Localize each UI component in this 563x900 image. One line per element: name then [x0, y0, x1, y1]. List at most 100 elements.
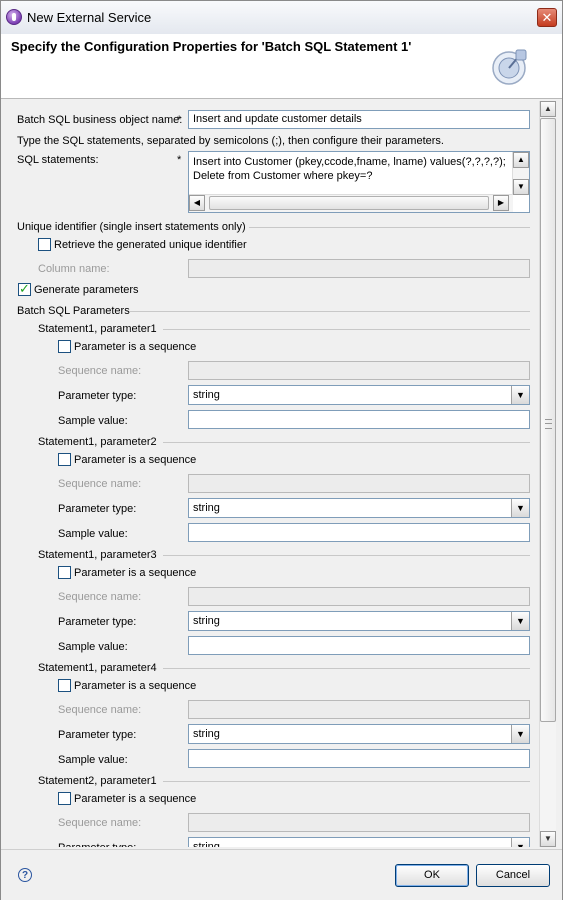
sequence-name-label: Sequence name: [58, 365, 142, 377]
chevron-down-icon[interactable]: ▼ [511, 725, 529, 743]
sequence-name-input[interactable] [188, 361, 530, 380]
page-title: Specify the Configuration Properties for… [11, 39, 412, 54]
scrollbar-thumb[interactable] [540, 118, 556, 722]
sequence-name-label: Sequence name: [58, 704, 142, 716]
parameter-type-select[interactable]: string ▼ [188, 724, 530, 744]
sequence-name-input[interactable] [188, 700, 530, 719]
column-name-label: Column name: [38, 263, 110, 275]
sequence-name-input[interactable] [188, 474, 530, 493]
sequence-checkbox[interactable] [58, 566, 71, 579]
sample-value-label: Sample value: [58, 528, 128, 540]
instructions-text: Type the SQL statements, separated by se… [17, 135, 444, 147]
parameter-type-select[interactable]: string ▼ [188, 837, 530, 847]
parameter-group-title: Statement1, parameter3 [38, 549, 157, 561]
chevron-down-icon[interactable]: ▼ [511, 838, 529, 847]
parameter-type-label: Parameter type: [58, 390, 137, 402]
sequence-name-input[interactable] [188, 587, 530, 606]
parameter-group-title: Statement1, parameter2 [38, 436, 157, 448]
parameter-type-select[interactable]: string ▼ [188, 385, 530, 405]
horizontal-thumb[interactable] [209, 196, 489, 210]
parameter-type-value: string [193, 728, 220, 740]
divider [249, 227, 530, 228]
parameter-type-label: Parameter type: [58, 842, 136, 847]
retrieve-label: Retrieve the generated unique identifier [54, 239, 247, 251]
sequence-checkbox-label: Parameter is a sequence [74, 680, 197, 692]
sequence-checkbox[interactable] [58, 792, 71, 805]
parameter-type-label: Parameter type: [58, 729, 137, 741]
required-marker: * [177, 154, 182, 166]
scroll-up-icon[interactable]: ▲ [540, 101, 556, 117]
scroll-left-icon[interactable]: ◀ [189, 195, 205, 211]
bo-name-label: Batch SQL business object name: [17, 114, 183, 126]
generate-parameters-checkbox[interactable] [18, 281, 31, 297]
sequence-checkbox[interactable] [58, 340, 71, 353]
retrieve-checkbox[interactable] [38, 238, 51, 251]
scroll-right-icon[interactable]: ▶ [493, 195, 509, 211]
sequence-checkbox-label: Parameter is a sequence [74, 793, 197, 805]
divider [163, 668, 530, 669]
required-marker: * [177, 114, 182, 126]
bo-name-input[interactable]: Insert and update customer details [188, 110, 530, 129]
sequence-checkbox-label: Parameter is a sequence [74, 454, 197, 466]
divider [163, 781, 530, 782]
sample-value-input[interactable] [188, 523, 530, 542]
column-name-input[interactable] [188, 259, 530, 278]
grip-icon [545, 419, 552, 429]
sql-statements-textarea[interactable]: Insert into Customer (pkey,ccode,fname, … [188, 151, 530, 213]
title-bar: New External Service ✕ [1, 1, 562, 34]
form-vertical-scrollbar[interactable]: ▲ ▼ [539, 101, 556, 847]
scroll-down-icon[interactable]: ▼ [513, 179, 529, 195]
help-icon[interactable]: ? [18, 868, 32, 882]
sequence-checkbox-label: Parameter is a sequence [74, 567, 197, 579]
dialog-window: New External Service ✕ Specify the Confi… [0, 0, 563, 900]
parameter-type-select[interactable]: string ▼ [188, 611, 530, 631]
sample-value-input[interactable] [188, 749, 530, 768]
generate-parameters-label: Generate parameters [34, 284, 139, 296]
sequence-checkbox-label: Parameter is a sequence [74, 341, 197, 353]
sequence-name-label: Sequence name: [58, 591, 142, 603]
wizard-header: Specify the Configuration Properties for… [1, 34, 562, 99]
close-button[interactable]: ✕ [537, 8, 557, 27]
parameter-group-title: Statement1, parameter4 [38, 662, 157, 674]
scroll-down-icon[interactable]: ▼ [540, 831, 556, 847]
parameter-type-value: string [193, 389, 220, 401]
chevron-down-icon[interactable]: ▼ [511, 499, 529, 517]
divider [163, 555, 530, 556]
window-title: New External Service [27, 10, 152, 25]
ok-button[interactable]: OK [395, 864, 469, 887]
sql-horizontal-scrollbar[interactable]: ◀ ▶ [189, 194, 513, 212]
sample-value-label: Sample value: [58, 641, 128, 653]
parameter-group-title: Statement1, parameter1 [38, 323, 157, 335]
parameter-group-title: Statement2, parameter1 [38, 775, 157, 787]
sequence-checkbox[interactable] [58, 679, 71, 692]
sequence-name-label: Sequence name: [58, 478, 142, 490]
sample-value-label: Sample value: [58, 754, 128, 766]
chevron-down-icon[interactable]: ▼ [511, 612, 529, 630]
button-bar: ? OK Cancel [1, 849, 562, 900]
chevron-down-icon[interactable]: ▼ [511, 386, 529, 404]
batch-params-section-title: Batch SQL Parameters [17, 305, 130, 317]
divider [163, 442, 530, 443]
parameter-type-label: Parameter type: [58, 503, 137, 515]
sequence-checkbox[interactable] [58, 453, 71, 466]
sql-line-1: Insert into Customer (pkey,ccode,fname, … [193, 156, 506, 168]
sample-value-label: Sample value: [58, 415, 128, 427]
sequence-name-label: Sequence name: [58, 817, 142, 829]
sql-statements-label: SQL statements: [17, 154, 99, 166]
parameter-type-select[interactable]: string ▼ [188, 498, 530, 518]
app-icon [6, 9, 22, 25]
divider [163, 329, 530, 330]
sample-value-input[interactable] [188, 410, 530, 429]
parameter-type-value: string [193, 615, 220, 627]
sql-line-2: Delete from Customer where pkey=? [193, 170, 373, 182]
form-area: Batch SQL business object name: * Insert… [1, 99, 538, 847]
sample-value-input[interactable] [188, 636, 530, 655]
unique-id-section-title: Unique identifier (single insert stateme… [17, 221, 246, 233]
sequence-name-input[interactable] [188, 813, 530, 832]
sql-vertical-scrollbar[interactable]: ▲ ▼ [512, 152, 529, 195]
parameter-type-value: string [193, 502, 220, 514]
divider [129, 311, 530, 312]
scroll-up-icon[interactable]: ▲ [513, 152, 529, 168]
cancel-button[interactable]: Cancel [476, 864, 550, 887]
parameter-type-label: Parameter type: [58, 616, 137, 628]
